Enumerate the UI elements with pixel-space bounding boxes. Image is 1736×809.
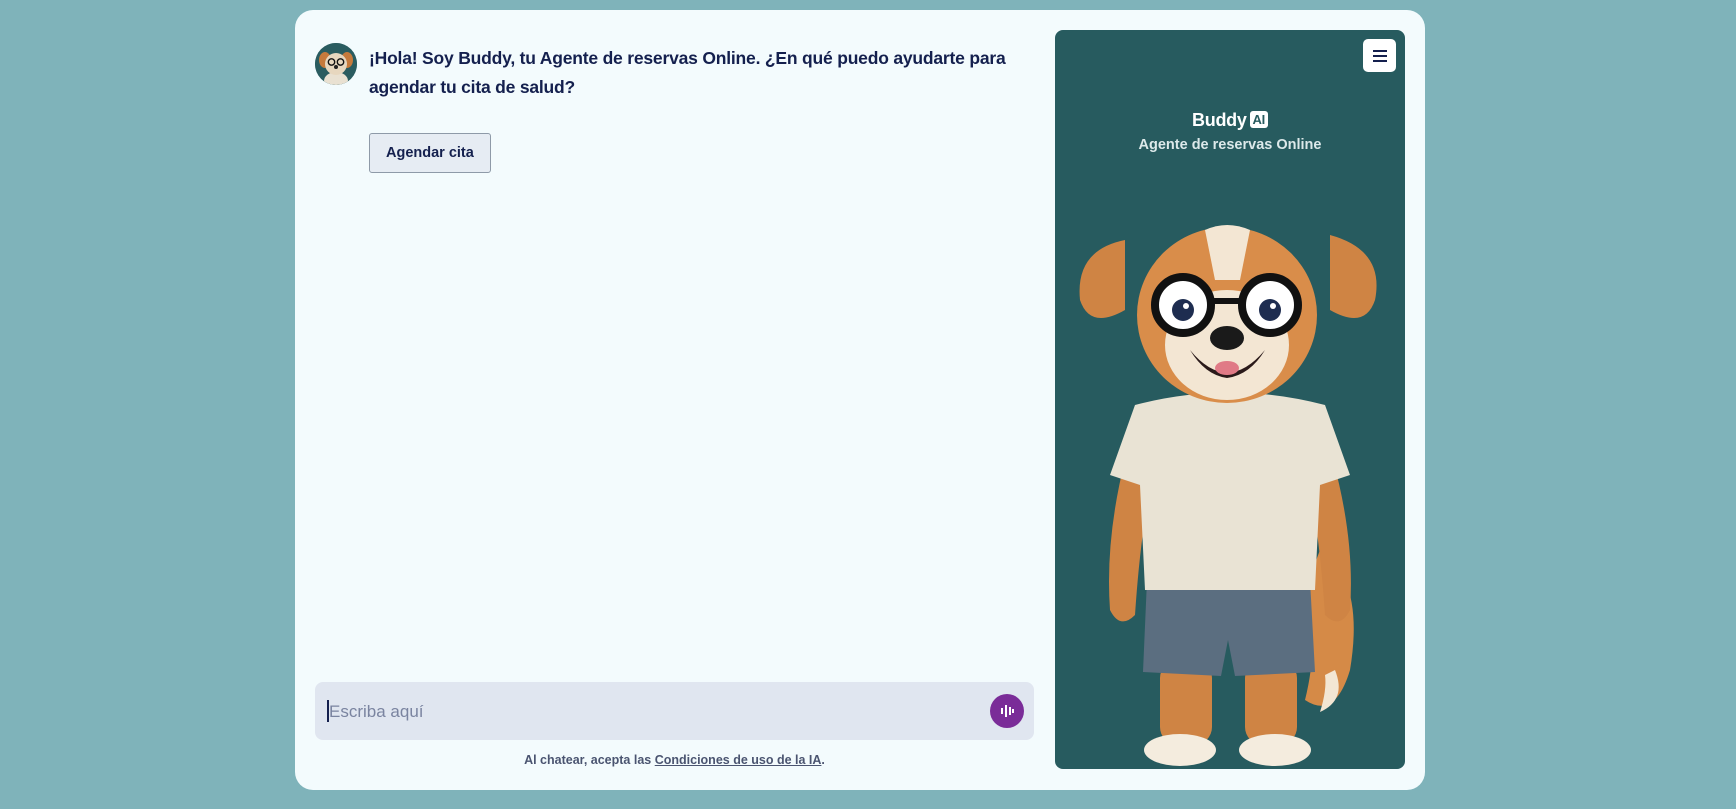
ai-badge: AI bbox=[1249, 111, 1268, 128]
menu-button[interactable] bbox=[1363, 39, 1396, 72]
brand-subtitle: Agente de reservas Online bbox=[1138, 137, 1322, 153]
greeting-text-bold: Agente de reservas Online bbox=[539, 48, 756, 68]
hamburger-line bbox=[1372, 59, 1387, 62]
brand-logo: Buddy AI bbox=[1055, 110, 1405, 131]
buddy-mascot-illustration bbox=[1079, 225, 1377, 766]
dog-avatar-icon bbox=[315, 43, 357, 85]
message-input[interactable] bbox=[327, 696, 971, 728]
voice-button[interactable] bbox=[990, 694, 1024, 728]
brand-header: Buddy AI Agente de reservas Online bbox=[1055, 110, 1405, 153]
chat-card: ¡Hola! Soy Buddy, tu Agente de reservas … bbox=[295, 10, 1425, 790]
legal-notice: Al chatear, acepta las Condiciones de us… bbox=[315, 753, 1034, 767]
voice-wave-icon bbox=[1001, 705, 1014, 717]
brand-name: Buddy bbox=[1192, 110, 1247, 130]
greeting-text-start: ¡Hola! Soy Buddy, tu bbox=[369, 48, 540, 68]
legal-prefix: Al chatear, acepta las bbox=[524, 753, 655, 767]
agendar-cita-button[interactable]: Agendar cita bbox=[369, 133, 491, 173]
chat-area: ¡Hola! Soy Buddy, tu Agente de reservas … bbox=[315, 30, 1035, 770]
message-composer bbox=[315, 682, 1034, 740]
hamburger-line bbox=[1372, 54, 1387, 57]
hamburger-line bbox=[1372, 49, 1387, 52]
buddy-avatar bbox=[315, 43, 357, 85]
brand-panel: Buddy AI Agente de reservas Online bbox=[1055, 30, 1405, 769]
legal-suffix: . bbox=[821, 753, 825, 767]
terms-link[interactable]: Condiciones de uso de la IA bbox=[655, 753, 822, 767]
bot-greeting-message: ¡Hola! Soy Buddy, tu Agente de reservas … bbox=[369, 44, 1009, 102]
